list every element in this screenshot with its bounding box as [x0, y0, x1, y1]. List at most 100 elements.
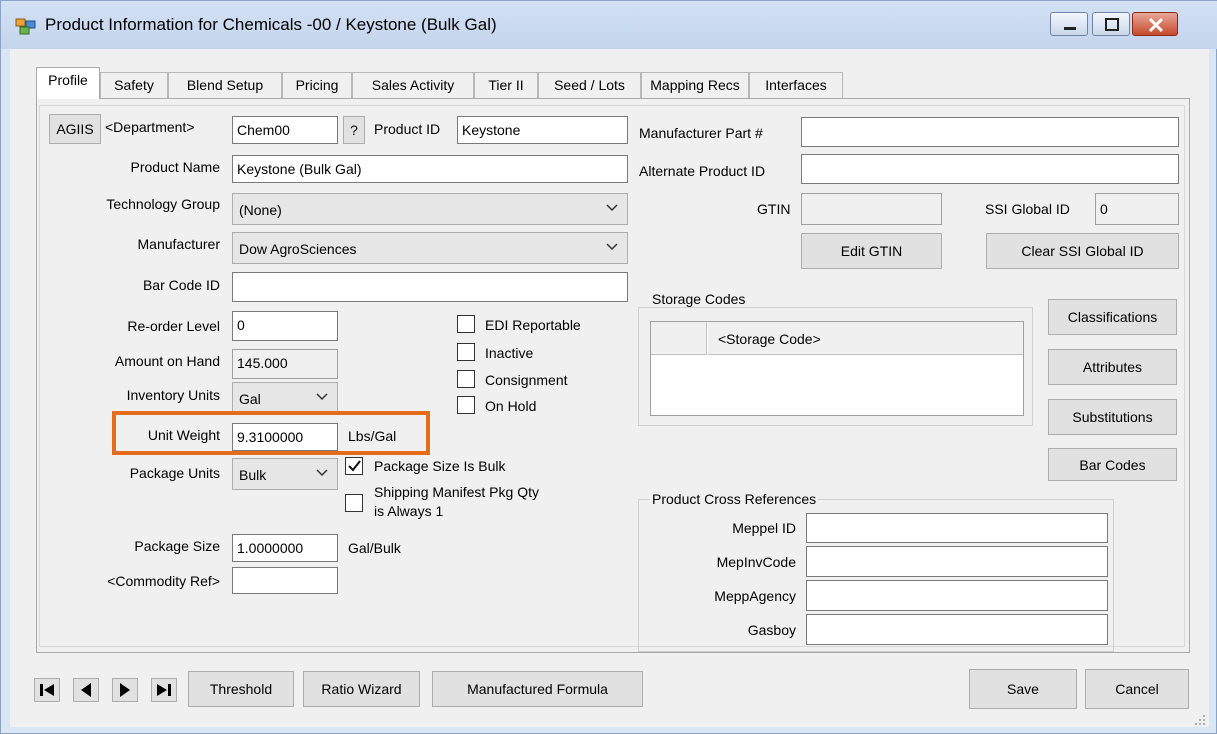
previous-record-button[interactable] — [73, 678, 99, 702]
inactive-checkbox[interactable] — [457, 343, 475, 361]
amount-on-hand-label: Amount on Hand — [114, 353, 220, 369]
product-id-label: Product ID — [374, 121, 441, 137]
chevron-down-icon — [316, 393, 328, 401]
mepinvcode-field[interactable] — [806, 546, 1108, 577]
last-record-button[interactable] — [151, 678, 177, 702]
product-name-field[interactable]: Keystone (Bulk Gal) — [232, 155, 628, 183]
meppel-id-field[interactable] — [806, 513, 1108, 543]
gasboy-field[interactable] — [806, 614, 1108, 645]
department-label[interactable]: <Department> — [105, 119, 195, 135]
substitutions-button[interactable]: Substitutions — [1048, 399, 1177, 435]
ratio-wizard-button[interactable]: Ratio Wizard — [303, 671, 420, 707]
clear-ssi-global-id-button[interactable]: Clear SSI Global ID — [986, 233, 1179, 269]
classifications-button[interactable]: Classifications — [1048, 299, 1177, 335]
manufacturer-part-field[interactable] — [801, 117, 1179, 147]
edi-reportable-label: EDI Reportable — [485, 317, 581, 333]
maximize-button[interactable] — [1092, 12, 1130, 36]
tab-pricing[interactable]: Pricing — [282, 72, 352, 98]
close-icon — [1148, 17, 1164, 33]
tab-blend-setup[interactable]: Blend Setup — [168, 72, 282, 98]
resize-grip-icon[interactable] — [1193, 713, 1207, 727]
department-field[interactable]: Chem00 — [232, 116, 338, 144]
last-record-icon — [157, 684, 171, 696]
checkmark-icon — [348, 460, 361, 472]
tab-label: Safety — [114, 77, 154, 93]
package-size-units: Gal/Bulk — [348, 540, 401, 556]
package-units-value: Bulk — [239, 467, 267, 483]
package-units-label: Package Units — [129, 465, 220, 481]
chevron-down-icon — [606, 243, 618, 251]
inventory-units-select[interactable]: Gal — [232, 382, 338, 414]
gtin-field — [801, 193, 942, 225]
next-record-button[interactable] — [112, 678, 138, 702]
gtin-label: GTIN — [757, 201, 791, 217]
shipping-manifest-checkbox[interactable] — [345, 494, 363, 512]
next-record-icon — [120, 683, 130, 697]
storage-code-column-header[interactable]: <Storage Code> — [708, 322, 1023, 355]
storage-grid-corner — [651, 322, 707, 355]
edi-reportable-checkbox[interactable] — [457, 315, 475, 333]
consignment-checkbox[interactable] — [457, 370, 475, 388]
alternate-product-id-field[interactable] — [801, 154, 1179, 184]
agiis-button[interactable]: AGIIS — [49, 114, 101, 144]
package-size-bulk-checkbox[interactable] — [345, 457, 363, 475]
save-button[interactable]: Save — [969, 669, 1077, 709]
tab-seed-lots[interactable]: Seed / Lots — [538, 72, 641, 98]
tab-label: Blend Setup — [186, 77, 264, 93]
storage-codes-title: Storage Codes — [650, 291, 748, 307]
inventory-units-value: Gal — [239, 391, 261, 407]
minimize-icon — [1064, 27, 1076, 30]
package-size-field[interactable]: 1.0000000 — [232, 534, 338, 562]
department-lookup-button[interactable]: ? — [343, 116, 365, 144]
inactive-label: Inactive — [485, 345, 534, 361]
maximize-icon — [1105, 18, 1119, 31]
edit-gtin-button[interactable]: Edit GTIN — [801, 233, 942, 269]
reorder-level-field[interactable]: 0 — [232, 311, 338, 341]
on-hold-checkbox[interactable] — [457, 396, 475, 414]
minimize-button[interactable] — [1050, 12, 1088, 36]
tab-label: Profile — [48, 72, 88, 88]
unit-weight-field[interactable]: 9.3100000 — [232, 423, 338, 451]
manufactured-formula-button[interactable]: Manufactured Formula — [432, 671, 643, 707]
meppagency-field[interactable] — [806, 580, 1108, 611]
shipping-manifest-label-line1: Shipping Manifest Pkg Qty — [374, 484, 539, 500]
cross-references-title: Product Cross References — [650, 491, 819, 507]
threshold-button[interactable]: Threshold — [188, 671, 294, 707]
first-record-icon — [40, 684, 54, 696]
package-units-select[interactable]: Bulk — [232, 458, 338, 490]
tab-label: Pricing — [295, 77, 339, 93]
commodity-ref-label[interactable]: <Commodity Ref> — [61, 573, 220, 589]
product-name-label: Product Name — [130, 159, 220, 175]
attributes-button[interactable]: Attributes — [1048, 349, 1177, 385]
app-icon — [15, 18, 36, 35]
manufacturer-select[interactable]: Dow AgroSciences — [232, 232, 628, 264]
title-bar[interactable]: Product Information for Chemicals -00 / … — [1, 1, 1217, 49]
technology-group-select[interactable]: (None) — [232, 193, 628, 225]
amount-on-hand-field: 145.000 — [232, 349, 338, 379]
tab-tier-ii[interactable]: Tier II — [474, 72, 538, 98]
first-record-button[interactable] — [34, 678, 60, 702]
tab-label: Interfaces — [765, 77, 827, 93]
shipping-manifest-label-line2: is Always 1 — [374, 503, 444, 519]
tab-label: Mapping Recs — [650, 77, 740, 93]
consignment-label: Consignment — [485, 372, 568, 388]
inventory-units-label: Inventory Units — [126, 387, 220, 403]
bar-code-field[interactable] — [232, 272, 628, 302]
technology-group-value: (None) — [239, 202, 282, 218]
tab-sales-activity[interactable]: Sales Activity — [352, 72, 474, 98]
commodity-ref-field[interactable] — [232, 567, 338, 594]
bar-codes-button[interactable]: Bar Codes — [1048, 448, 1177, 481]
close-button[interactable] — [1132, 12, 1178, 36]
cancel-button[interactable]: Cancel — [1085, 669, 1189, 709]
tab-profile[interactable]: Profile — [36, 67, 100, 99]
tab-mapping-recs[interactable]: Mapping Recs — [641, 72, 749, 98]
previous-record-icon — [81, 683, 91, 697]
manufacturer-value: Dow AgroSciences — [239, 241, 357, 257]
gasboy-label: Gasboy — [747, 622, 796, 638]
chevron-down-icon — [316, 469, 328, 477]
tab-safety[interactable]: Safety — [100, 72, 168, 98]
ssi-global-id-label: SSI Global ID — [985, 201, 1070, 217]
bar-code-label: Bar Code ID — [142, 277, 220, 293]
product-id-field[interactable]: Keystone — [457, 116, 628, 144]
tab-interfaces[interactable]: Interfaces — [749, 72, 843, 98]
